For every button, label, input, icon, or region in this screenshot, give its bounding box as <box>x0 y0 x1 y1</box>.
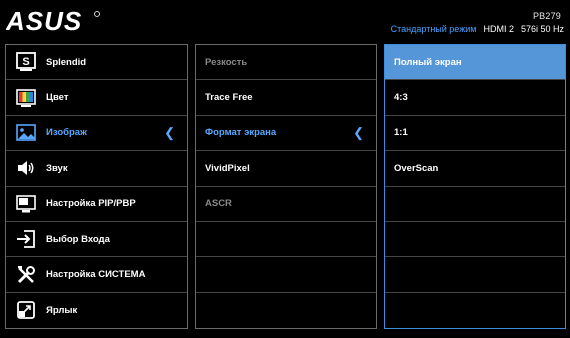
color-icon <box>15 87 37 109</box>
main-menu: S Splendid Цвет Изображ ❮ Звук Настройка… <box>5 44 188 329</box>
menu-item-splendid[interactable]: S Splendid <box>6 45 187 81</box>
asus-logo: ASUS <box>6 8 100 34</box>
option-empty-row <box>385 187 565 222</box>
menu-item-image[interactable]: Изображ ❮ <box>6 116 187 152</box>
option-empty-row <box>385 257 565 293</box>
submenu-item-sharpness[interactable]: Резкость <box>196 45 376 81</box>
chevron-left-icon: ❮ <box>353 124 364 140</box>
svg-text:ASUS: ASUS <box>6 8 82 34</box>
tools-icon <box>15 264 37 286</box>
monitor-model: PB279 <box>532 11 561 21</box>
submenu-item-aspect-control[interactable]: Формат экрана ❮ <box>196 116 376 152</box>
preset-mode: Стандартный режим <box>390 23 477 34</box>
splendid-icon: S <box>15 51 37 73</box>
pip-icon <box>15 193 37 215</box>
svg-text:S: S <box>22 56 29 68</box>
submenu-empty-row <box>196 293 376 328</box>
submenu-item-vividpixel[interactable]: VividPixel <box>196 151 376 187</box>
submenu-empty-row <box>196 222 376 258</box>
status-bar: Стандартный режим HDMI 2 576i 50 Hz <box>391 22 564 35</box>
option-4-3[interactable]: 4:3 <box>385 80 565 116</box>
speaker-icon <box>15 157 37 179</box>
image-icon <box>15 122 37 144</box>
options-menu: Полный экран 4:3 1:1 OverScan <box>384 44 566 329</box>
option-full-screen[interactable]: Полный экран <box>385 45 565 81</box>
option-1-1[interactable]: 1:1 <box>385 116 565 152</box>
option-empty-row <box>385 222 565 258</box>
menu-item-color[interactable]: Цвет <box>6 80 187 116</box>
submenu-empty-row <box>196 257 376 293</box>
option-overscan[interactable]: OverScan <box>385 151 565 187</box>
chevron-left-icon: ❮ <box>164 124 175 140</box>
menu-item-input-select[interactable]: Выбор Входа <box>6 222 187 258</box>
input-select-icon <box>15 228 37 250</box>
menu-item-sound[interactable]: Звук <box>6 151 187 187</box>
option-empty-row <box>385 293 565 328</box>
shortcut-icon <box>15 299 37 321</box>
resolution: 576i 50 Hz <box>520 23 564 34</box>
input-source: HDMI 2 <box>483 23 514 34</box>
menu-item-shortcut[interactable]: Ярлык <box>6 293 187 328</box>
submenu-item-trace-free[interactable]: Trace Free <box>196 80 376 116</box>
menu-item-pip-pbp[interactable]: Настройка PIP/PBP <box>6 187 187 222</box>
sub-menu: Резкость Trace Free Формат экрана ❮ Vivi… <box>195 44 377 329</box>
submenu-item-ascr[interactable]: ASCR <box>196 187 376 222</box>
menu-item-system-setup[interactable]: Настройка СИСТЕМА <box>6 257 187 293</box>
